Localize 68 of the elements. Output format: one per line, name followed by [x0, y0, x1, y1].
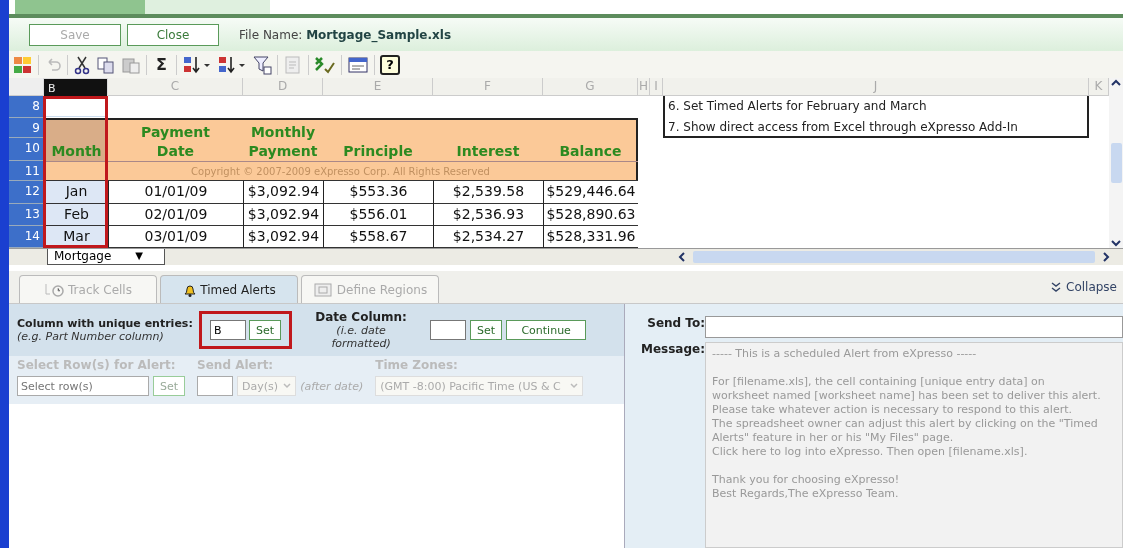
row-number[interactable]: 10 — [9, 138, 43, 161]
field-label: Date Column: — [315, 310, 407, 324]
set-button[interactable]: Set — [470, 320, 503, 340]
scroll-thumb[interactable] — [1110, 143, 1122, 183]
row-number[interactable]: 12 — [9, 181, 43, 204]
field-label: Time Zones: — [375, 358, 459, 372]
spreadsheet-check-icon[interactable] — [313, 54, 336, 75]
table-header: Payment Date — [140, 123, 211, 161]
sort-ascending-icon[interactable] — [181, 54, 212, 75]
double-chevron-icon — [1050, 281, 1062, 293]
field-label: Send To: — [646, 316, 705, 330]
table-cell: 02/01/09 — [108, 204, 243, 226]
table-cell: 01/01/09 — [108, 181, 243, 204]
regions-icon — [312, 281, 335, 298]
close-button[interactable]: Close — [127, 23, 219, 46]
field-hint: (after date) — [300, 379, 364, 393]
copy-icon[interactable] — [96, 55, 116, 74]
filter-icon[interactable] — [251, 54, 272, 75]
row-number[interactable]: 8 — [9, 96, 43, 118]
field-hint: (i.e. date formatted) — [330, 324, 392, 350]
table-header: Monthly Payment — [247, 123, 319, 161]
field-label: Send Alert: — [197, 358, 275, 372]
table-cell: $528,890.63 — [543, 204, 638, 226]
scroll-thumb[interactable] — [693, 251, 1095, 263]
note-text: 7. Show direct access from Excel through eXpresso Add-In — [668, 119, 1019, 136]
sum-icon[interactable]: Σ — [152, 55, 171, 74]
table-cell: $3,092.94 — [243, 204, 323, 226]
scroll-down-icon[interactable] — [1110, 238, 1122, 248]
column-header[interactable]: B — [43, 78, 108, 98]
help-icon[interactable]: ? — [379, 54, 400, 75]
set-button[interactable]: Set — [249, 320, 282, 340]
date-column-input[interactable] — [430, 320, 467, 340]
table-header: Month — [45, 120, 108, 161]
field-label: Column with unique entries: — [17, 317, 194, 330]
field-label: Message: — [640, 342, 705, 356]
field-label: Select Row(s) for Alert: — [17, 358, 177, 372]
vertical-scrollbar[interactable] — [1109, 78, 1123, 248]
row-number[interactable]: 11 — [9, 161, 43, 181]
continue-button[interactable]: Continue — [506, 320, 587, 340]
note-text: 6. Set Timed Alerts for February and March — [668, 98, 928, 115]
cut-icon[interactable] — [73, 54, 91, 75]
field-hint: (e.g. Part Number column) — [17, 330, 165, 343]
message-textarea[interactable]: ----- This is a scheduled Alert from eXpresso ----- For [filename.xls], the cell containing [unique entry data] on worksheet named [worksheet name] has been set to deliver this alert. Please take whatever action is necessary to respond to this alert. The spreadsheet owner can adjust this alert by clicking on the "Timed Alerts" feature in her or his "My Files" page. Click here to log into eXpresso. Then open [filename.xls]. Thank you for choosing eXpresso! Best Regards,The eXpresso Team. — [705, 342, 1123, 548]
sort-descending-icon[interactable] — [216, 54, 247, 75]
table-cell: $2,536.93 — [433, 204, 543, 226]
column-input[interactable]: B — [210, 320, 246, 340]
row-number[interactable]: 14 — [9, 226, 43, 248]
row-number[interactable]: 9 — [9, 118, 43, 138]
table-cell: $2,539.58 — [433, 181, 543, 204]
scroll-up-icon[interactable] — [1110, 78, 1122, 88]
table-header: Balance — [558, 142, 623, 161]
send-to-input[interactable] — [705, 316, 1123, 338]
table-cell: $553.36 — [323, 181, 433, 204]
office-logo-icon[interactable] — [13, 54, 33, 75]
window-icon[interactable] — [346, 54, 369, 75]
panel-tab[interactable]: Timed Alerts — [160, 275, 298, 303]
table-cell: $556.01 — [323, 204, 433, 226]
collapse-button[interactable]: Collapse — [1044, 279, 1123, 295]
table-header: Interest — [455, 142, 521, 161]
clock-icon — [44, 281, 67, 298]
sheet-name: Mortgage — [54, 249, 112, 264]
table-cell: $3,092.94 — [243, 181, 323, 204]
dropdown-icon[interactable]: ▼ — [135, 249, 143, 264]
row-number[interactable]: 13 — [9, 204, 43, 226]
table-header: Principle — [342, 142, 414, 161]
table-cell: $529,446.64 — [543, 181, 638, 204]
file-name: File Name: Mortgage_Sample.xls — [239, 27, 452, 42]
sheet-tab[interactable]: Mortgage ▼ — [47, 249, 165, 265]
